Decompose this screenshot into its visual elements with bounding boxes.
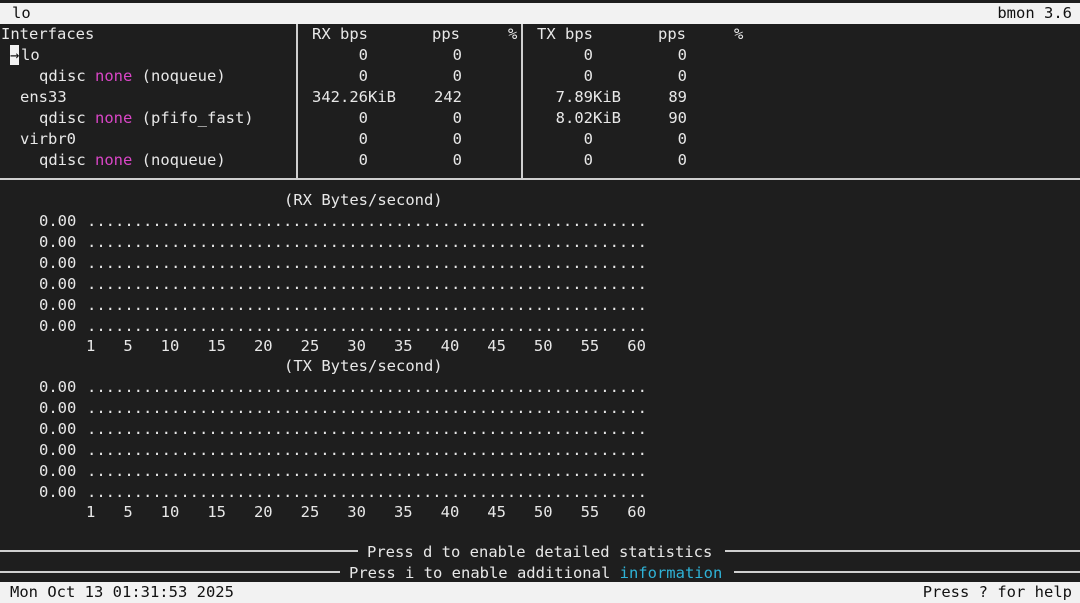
tx-pps-value: 89 [668, 88, 687, 106]
rx-bps-value: 0 [358, 67, 368, 85]
qdisc-handle: none [95, 151, 133, 169]
tx-pps-value: 0 [677, 46, 687, 64]
rx-pps-value: 0 [452, 151, 462, 169]
graph-row: ........................................… [87, 483, 647, 501]
qdisc-type: (noqueue) [132, 67, 226, 85]
rx-pps-value: 242 [434, 88, 462, 106]
tx-bps-value: 0 [583, 67, 593, 85]
y-axis-label: 0.00 [39, 212, 77, 230]
column-divider-rx [296, 24, 298, 178]
tx-bps-value: 8.02KiB [555, 109, 621, 127]
qdisc-type: (pfifo_fast) [132, 109, 254, 127]
y-axis-label: 0.00 [39, 399, 77, 417]
y-axis-label: 0.00 [39, 378, 77, 396]
y-axis-label: 0.00 [39, 254, 77, 272]
y-axis-label: 0.00 [39, 233, 77, 251]
title-bar: lo bmon 3.6 [0, 3, 1080, 24]
tx-pps-value: 0 [677, 67, 687, 85]
tx-pps-value: 90 [668, 109, 687, 127]
y-axis-label: 0.00 [39, 317, 77, 335]
qdisc-label: qdisc none (noqueue) [39, 151, 226, 169]
hint-rule-right [725, 550, 1080, 552]
hint-rule-right [734, 571, 1080, 573]
tx-bps-value: 0 [583, 130, 593, 148]
graph-row: ........................................… [87, 420, 647, 438]
hint-rule-left [0, 550, 358, 552]
rx-bps-value: 0 [358, 151, 368, 169]
y-axis-label: 0.00 [39, 441, 77, 459]
title-interface: lo [12, 4, 31, 22]
header-tx-bps: TX bps [537, 25, 593, 43]
tx-pps-value: 0 [677, 151, 687, 169]
qdisc-label: qdisc none (pfifo_fast) [39, 109, 254, 127]
qdisc-handle: none [95, 67, 133, 85]
graph-row: ........................................… [87, 399, 647, 417]
qdisc-label: qdisc none (noqueue) [39, 67, 226, 85]
qdisc-type: (noqueue) [132, 151, 226, 169]
table-bottom-rule [0, 178, 1080, 180]
qdisc-handle: none [95, 109, 133, 127]
rx-pps-value: 0 [452, 67, 462, 85]
graph-row: ........................................… [87, 212, 647, 230]
header-tx-pps: pps [658, 25, 686, 43]
info-keyword: information [619, 564, 723, 582]
tx-bps-value: 7.89KiB [555, 88, 621, 106]
interface-name: ens33 [20, 88, 67, 106]
graph-row: ........................................… [87, 441, 647, 459]
hint-rule-left [0, 571, 340, 573]
graph-row: ........................................… [87, 275, 647, 293]
hint-detailed-statistics: Press d to enable detailed statistics [367, 543, 713, 561]
interface-name: lo [21, 46, 40, 64]
x-axis-labels: 1 5 10 15 20 25 30 35 40 45 50 55 60 [86, 503, 646, 521]
graph-row: ........................................… [87, 378, 647, 396]
tx-pps-value: 0 [677, 130, 687, 148]
rx-bps-value: 0 [358, 130, 368, 148]
rx-graph-title: (RX Bytes/second) [284, 191, 443, 209]
graph-row: ........................................… [87, 254, 647, 272]
tx-bps-value: 0 [583, 46, 593, 64]
graph-row: ........................................… [87, 462, 647, 480]
rx-pps-value: 0 [452, 130, 462, 148]
y-axis-label: 0.00 [39, 420, 77, 438]
y-axis-label: 0.00 [39, 462, 77, 480]
interface-name: virbr0 [20, 130, 76, 148]
app-version: bmon 3.6 [997, 4, 1072, 22]
status-bar: Mon Oct 13 01:31:53 2025 Press ? for hel… [0, 582, 1080, 603]
rx-bps-value: 0 [358, 109, 368, 127]
header-rx-bps: RX bps [312, 25, 368, 43]
graph-row: ........................................… [87, 317, 647, 335]
y-axis-label: 0.00 [39, 296, 77, 314]
column-divider-tx [521, 24, 523, 178]
rx-pps-value: 0 [452, 46, 462, 64]
tx-bps-value: 0 [583, 151, 593, 169]
hint-additional-info: Press i to enable additional information [349, 564, 723, 582]
help-hint: Press ? for help [922, 583, 1072, 601]
clock: Mon Oct 13 01:31:53 2025 [10, 583, 234, 601]
header-tx-pct: % [734, 25, 744, 43]
rx-pps-value: 0 [452, 109, 462, 127]
rx-bps-value: 342.26KiB [312, 88, 396, 106]
cursor-arrow-icon: → [10, 45, 20, 65]
graph-row: ........................................… [87, 296, 647, 314]
tx-graph-title: (TX Bytes/second) [284, 357, 443, 375]
y-axis-label: 0.00 [39, 483, 77, 501]
x-axis-labels: 1 5 10 15 20 25 30 35 40 45 50 55 60 [86, 337, 646, 355]
y-axis-label: 0.00 [39, 275, 77, 293]
header-rx-pps: pps [432, 25, 460, 43]
graph-row: ........................................… [87, 233, 647, 251]
header-rx-pct: % [508, 25, 518, 43]
header-interfaces: Interfaces [1, 25, 95, 43]
rx-bps-value: 0 [358, 46, 368, 64]
